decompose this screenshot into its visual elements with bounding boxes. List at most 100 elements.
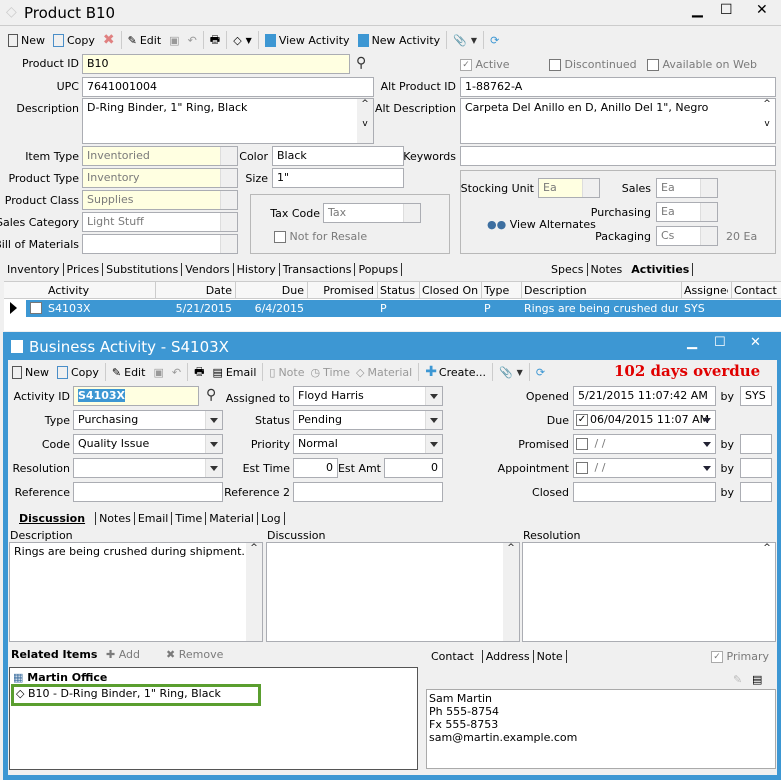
material-button[interactable]: ◇ Material [356,366,412,379]
print-button[interactable]: 🖶 [210,31,220,50]
type-select[interactable]: Purchasing [73,410,223,430]
description-input[interactable]: D-Ring Binder, 1" Ring, Black ^ v [82,98,374,144]
tab-transactions[interactable]: Transactions [280,263,356,276]
copy-button[interactable]: Copy [57,365,99,379]
create-button[interactable]: ✚ Create... [425,364,486,380]
tab-notes[interactable]: Notes [96,512,135,525]
item-type-select[interactable]: Inventoried [82,146,238,166]
search-icon[interactable]: ⚲ [356,55,366,71]
closed-input[interactable] [573,482,716,502]
due-picker[interactable]: ✓ 06/04/2015 11:07 AM [573,410,716,430]
chevron-down-icon[interactable] [703,466,711,471]
reference-input[interactable] [73,482,223,502]
bom-select[interactable] [82,234,238,254]
alt-description-input[interactable]: Carpeta Del Anillo en D, Anillo Del 1", … [460,98,776,144]
sales-category-select[interactable]: Light Stuff [82,212,238,232]
column-header[interactable]: Closed On [422,284,478,297]
edit-button[interactable]: ✎ Edit [128,34,162,47]
column-header[interactable]: Activity [48,284,152,297]
column-header[interactable]: Description [524,284,678,297]
edit-button[interactable]: ✎ Edit [112,366,146,379]
promised-picker[interactable]: / / [573,434,716,454]
save-button[interactable]: ▣ [169,34,179,47]
not-for-resale-checkbox[interactable]: Not for Resale [274,230,367,243]
alt-product-id-input[interactable]: 1-88762-A [460,77,776,97]
new-activity-button[interactable]: New Activity [357,33,440,47]
tab-time[interactable]: Time [172,512,207,525]
column-header[interactable]: Date [158,284,232,297]
tab-contact[interactable]: Contact [428,650,483,663]
refresh-button[interactable]: ⟳ [490,34,499,47]
chevron-down-icon[interactable] [703,418,711,423]
column-header[interactable]: Assigned [684,284,728,297]
column-header[interactable]: Promised [310,284,374,297]
tab-vendors[interactable]: Vendors [182,263,234,276]
purchasing-unit-select[interactable]: Ea [656,202,718,222]
code-select[interactable]: Quality Issue [73,434,223,454]
tab-popups[interactable]: Popups [355,263,403,276]
product-class-select[interactable]: Supplies [82,190,238,210]
search-icon[interactable]: ⚲ [206,387,216,403]
tab-note[interactable]: Note [534,650,567,663]
closed-by-input[interactable] [740,482,772,502]
tab-history[interactable]: History [234,263,280,276]
packaging-unit-select[interactable]: Cs [656,226,718,246]
sales-unit-select[interactable]: Ea [656,178,718,198]
description-textarea[interactable]: Rings are being crushed during shipment.… [9,542,263,642]
tab-notes[interactable]: Notes [588,263,626,276]
edit-contact-icon[interactable]: ✎ [733,673,742,686]
minimize-button[interactable]: ▁ [692,2,703,18]
opened-input[interactable]: 5/21/2015 11:07:42 AM [573,386,716,406]
attach-button[interactable]: 📎 ▼ [453,34,477,47]
new-button[interactable]: New [8,33,45,47]
maximize-button[interactable]: ☐ [714,335,726,350]
tab-log[interactable]: Log [258,512,285,525]
available-web-checkbox[interactable]: Available on Web [647,58,757,71]
primary-checkbox[interactable]: ✓ Primary [711,650,769,663]
tag-menu-button[interactable]: ◇ ▼ [233,34,252,47]
time-button[interactable]: ◷ Time [311,366,351,379]
list-item[interactable]: ▦ Martin Office [13,671,107,684]
minimize-button[interactable]: ▁ [687,335,697,350]
est-time-input[interactable]: 0 [293,458,338,478]
column-header[interactable]: Type [484,284,518,297]
column-header[interactable]: Status [380,284,416,297]
tab-address[interactable]: Address [483,650,534,663]
close-button[interactable]: ✕ [756,2,768,18]
opened-by-input[interactable]: SYS [740,386,772,406]
color-input[interactable]: Black [272,146,404,166]
stocking-unit-select[interactable]: Ea [538,178,600,198]
assigned-select[interactable]: Floyd Harris [293,386,443,406]
undo-button[interactable]: ↶ [188,34,197,47]
priority-select[interactable]: Normal [293,434,443,454]
status-select[interactable]: Pending [293,410,443,430]
scrollbar[interactable]: ^ [759,543,775,641]
active-checkbox[interactable]: ✓ Active [460,58,510,71]
tab-inventory[interactable]: Inventory [4,263,64,276]
tab-activities[interactable]: Activities [625,263,694,276]
appointment-by-input[interactable] [740,458,772,478]
scrollbar[interactable]: ^ [246,543,262,641]
resolution-select[interactable] [73,458,223,478]
maximize-button[interactable]: ☐ [720,2,733,18]
attach-button[interactable]: 📎 ▼ [499,366,523,379]
resolution-textarea[interactable]: ^ [522,542,776,642]
close-button[interactable]: ✕ [750,335,761,350]
activity-id-input[interactable]: S4103X [73,386,199,406]
discontinued-checkbox[interactable]: Discontinued [549,58,637,71]
row-checkbox[interactable] [30,302,42,314]
undo-button[interactable]: ↶ [172,366,181,379]
view-alternates-button[interactable]: ●● View Alternates [487,218,596,231]
contact-card-icon[interactable]: ▤ [752,673,762,686]
table-row[interactable]: S4103X 5/21/2015 6/4/2015 P P Rings are being… [4,300,781,317]
appointment-checkbox[interactable] [576,462,588,474]
scrollbar[interactable]: ^ [503,543,519,641]
copy-button[interactable]: Copy [53,33,95,47]
print-button[interactable]: 🖶 [194,363,204,382]
tax-code-select[interactable]: Tax [323,203,421,223]
scrollbar[interactable]: ^ v [357,99,373,143]
tab-material[interactable]: Material [206,512,258,525]
discussion-textarea[interactable]: ^ [266,542,520,642]
new-button[interactable]: New [12,365,49,379]
scrollbar[interactable]: ^ v [759,99,775,143]
